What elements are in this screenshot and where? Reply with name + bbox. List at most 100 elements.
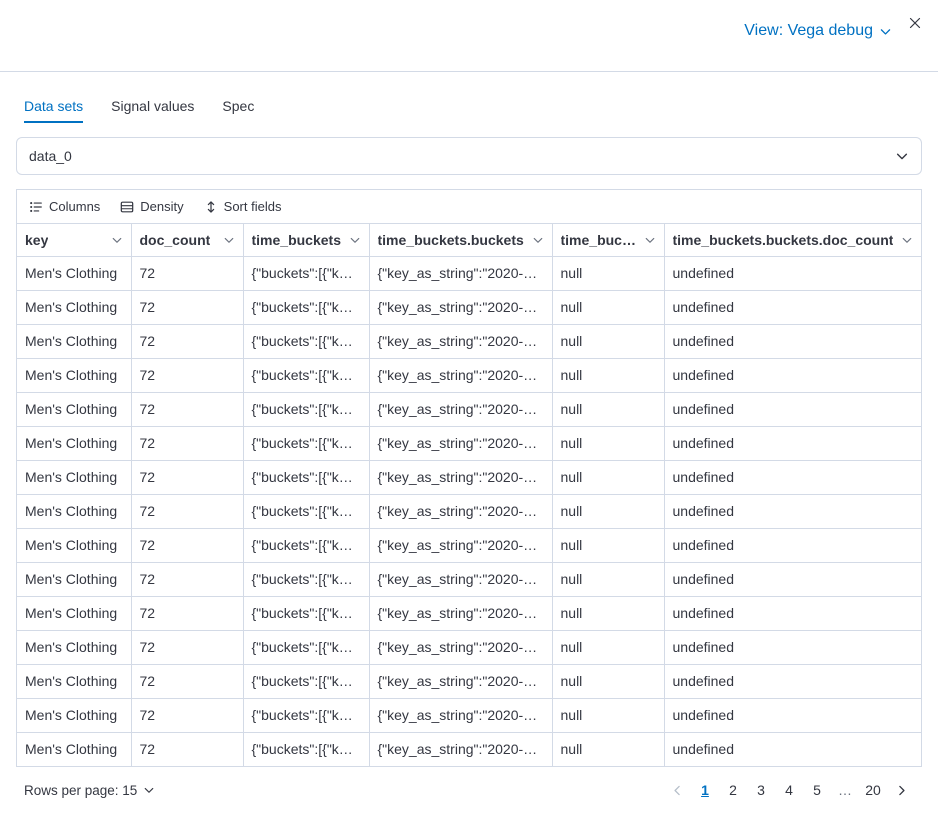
table-cell[interactable]: undefined bbox=[664, 596, 921, 630]
table-cell[interactable]: undefined bbox=[664, 528, 921, 562]
chevron-down-icon[interactable] bbox=[223, 234, 235, 246]
table-cell[interactable]: undefined bbox=[664, 494, 921, 528]
table-cell[interactable]: 72 bbox=[131, 290, 243, 324]
table-cell[interactable]: Men's Clothing bbox=[17, 358, 131, 392]
table-cell[interactable]: Men's Clothing bbox=[17, 426, 131, 460]
table-cell[interactable]: {"buckets":[{"k… bbox=[243, 630, 369, 664]
chevron-down-icon[interactable] bbox=[532, 234, 544, 246]
table-cell[interactable]: {"buckets":[{"k… bbox=[243, 562, 369, 596]
table-cell[interactable]: Men's Clothing bbox=[17, 596, 131, 630]
chevron-down-icon[interactable] bbox=[644, 234, 656, 246]
chevron-down-icon[interactable] bbox=[349, 234, 361, 246]
table-cell[interactable]: Men's Clothing bbox=[17, 290, 131, 324]
pagination-page-button[interactable]: 4 bbox=[776, 777, 802, 803]
pagination-page-button[interactable]: 1 bbox=[692, 777, 718, 803]
table-cell[interactable]: 72 bbox=[131, 698, 243, 732]
table-cell[interactable]: undefined bbox=[664, 630, 921, 664]
table-cell[interactable]: Men's Clothing bbox=[17, 324, 131, 358]
table-cell[interactable]: null bbox=[552, 358, 664, 392]
table-cell[interactable]: Men's Clothing bbox=[17, 528, 131, 562]
table-cell[interactable]: {"buckets":[{"k… bbox=[243, 460, 369, 494]
table-cell[interactable]: Men's Clothing bbox=[17, 732, 131, 766]
table-cell[interactable]: Men's Clothing bbox=[17, 392, 131, 426]
table-cell[interactable]: null bbox=[552, 732, 664, 766]
table-cell[interactable]: {"buckets":[{"k… bbox=[243, 528, 369, 562]
tab-data-sets[interactable]: Data sets bbox=[24, 98, 83, 123]
table-cell[interactable]: 72 bbox=[131, 392, 243, 426]
table-cell[interactable]: null bbox=[552, 528, 664, 562]
column-header[interactable]: time_buckets.buckets bbox=[369, 224, 552, 256]
table-cell[interactable]: {"key_as_string":"2020-… bbox=[369, 732, 552, 766]
table-cell[interactable]: {"buckets":[{"k… bbox=[243, 392, 369, 426]
table-cell[interactable]: null bbox=[552, 324, 664, 358]
table-cell[interactable]: {"buckets":[{"k… bbox=[243, 494, 369, 528]
table-cell[interactable]: Men's Clothing bbox=[17, 256, 131, 290]
table-cell[interactable]: {"key_as_string":"2020-… bbox=[369, 290, 552, 324]
table-cell[interactable]: undefined bbox=[664, 460, 921, 494]
table-cell[interactable]: undefined bbox=[664, 256, 921, 290]
table-cell[interactable]: 72 bbox=[131, 630, 243, 664]
table-cell[interactable]: {"buckets":[{"k… bbox=[243, 732, 369, 766]
column-header[interactable]: time_buckets bbox=[243, 224, 369, 256]
column-header[interactable]: key bbox=[17, 224, 131, 256]
table-cell[interactable]: {"key_as_string":"2020-… bbox=[369, 494, 552, 528]
pagination-page-button[interactable]: 20 bbox=[860, 777, 886, 803]
table-cell[interactable]: undefined bbox=[664, 392, 921, 426]
table-cell[interactable]: {"key_as_string":"2020-… bbox=[369, 664, 552, 698]
sort-fields-button[interactable]: Sort fields bbox=[204, 199, 282, 214]
table-cell[interactable]: Men's Clothing bbox=[17, 562, 131, 596]
column-header[interactable]: time_buck… bbox=[552, 224, 664, 256]
table-cell[interactable]: {"key_as_string":"2020-… bbox=[369, 358, 552, 392]
table-cell[interactable]: Men's Clothing bbox=[17, 630, 131, 664]
view-selector[interactable]: View: Vega debug bbox=[744, 22, 892, 40]
table-cell[interactable]: {"buckets":[{"k… bbox=[243, 358, 369, 392]
table-cell[interactable]: undefined bbox=[664, 290, 921, 324]
chevron-down-icon[interactable] bbox=[111, 234, 123, 246]
table-cell[interactable]: {"buckets":[{"k… bbox=[243, 698, 369, 732]
table-cell[interactable]: {"key_as_string":"2020-… bbox=[369, 596, 552, 630]
table-cell[interactable]: null bbox=[552, 562, 664, 596]
column-header[interactable]: time_buckets.buckets.doc_count bbox=[664, 224, 921, 256]
table-cell[interactable]: {"buckets":[{"k… bbox=[243, 426, 369, 460]
columns-button[interactable]: Columns bbox=[29, 199, 100, 214]
tab-signal-values[interactable]: Signal values bbox=[111, 98, 194, 123]
table-cell[interactable]: 72 bbox=[131, 562, 243, 596]
dataset-select[interactable]: data_0 bbox=[16, 137, 922, 175]
table-cell[interactable]: Men's Clothing bbox=[17, 664, 131, 698]
table-cell[interactable]: undefined bbox=[664, 358, 921, 392]
table-cell[interactable]: Men's Clothing bbox=[17, 698, 131, 732]
chevron-down-icon[interactable] bbox=[901, 234, 913, 246]
density-button[interactable]: Density bbox=[120, 199, 183, 214]
table-cell[interactable]: undefined bbox=[664, 698, 921, 732]
table-cell[interactable]: 72 bbox=[131, 256, 243, 290]
table-cell[interactable]: {"key_as_string":"2020-… bbox=[369, 426, 552, 460]
table-cell[interactable]: {"buckets":[{"k… bbox=[243, 596, 369, 630]
table-cell[interactable]: 72 bbox=[131, 426, 243, 460]
pagination-page-button[interactable]: 5 bbox=[804, 777, 830, 803]
table-cell[interactable]: {"key_as_string":"2020-… bbox=[369, 630, 552, 664]
table-cell[interactable]: {"buckets":[{"k… bbox=[243, 256, 369, 290]
pagination-page-button[interactable]: 3 bbox=[748, 777, 774, 803]
table-cell[interactable]: null bbox=[552, 494, 664, 528]
previous-page-button[interactable] bbox=[664, 777, 690, 803]
table-cell[interactable]: {"key_as_string":"2020-… bbox=[369, 256, 552, 290]
rows-per-page-button[interactable]: Rows per page: 15 bbox=[24, 783, 155, 798]
table-cell[interactable]: undefined bbox=[664, 732, 921, 766]
table-cell[interactable]: undefined bbox=[664, 664, 921, 698]
table-cell[interactable]: undefined bbox=[664, 324, 921, 358]
table-cell[interactable]: {"key_as_string":"2020-… bbox=[369, 562, 552, 596]
table-cell[interactable]: Men's Clothing bbox=[17, 460, 131, 494]
table-cell[interactable]: null bbox=[552, 256, 664, 290]
table-cell[interactable]: 72 bbox=[131, 460, 243, 494]
tab-spec[interactable]: Spec bbox=[222, 98, 254, 123]
table-cell[interactable]: 72 bbox=[131, 528, 243, 562]
table-cell[interactable]: {"buckets":[{"k… bbox=[243, 290, 369, 324]
table-cell[interactable]: undefined bbox=[664, 562, 921, 596]
table-cell[interactable]: null bbox=[552, 392, 664, 426]
table-cell[interactable]: {"key_as_string":"2020-… bbox=[369, 460, 552, 494]
table-cell[interactable]: 72 bbox=[131, 324, 243, 358]
table-cell[interactable]: null bbox=[552, 664, 664, 698]
pagination-page-button[interactable]: 2 bbox=[720, 777, 746, 803]
table-cell[interactable]: 72 bbox=[131, 664, 243, 698]
table-cell[interactable]: {"key_as_string":"2020-… bbox=[369, 528, 552, 562]
